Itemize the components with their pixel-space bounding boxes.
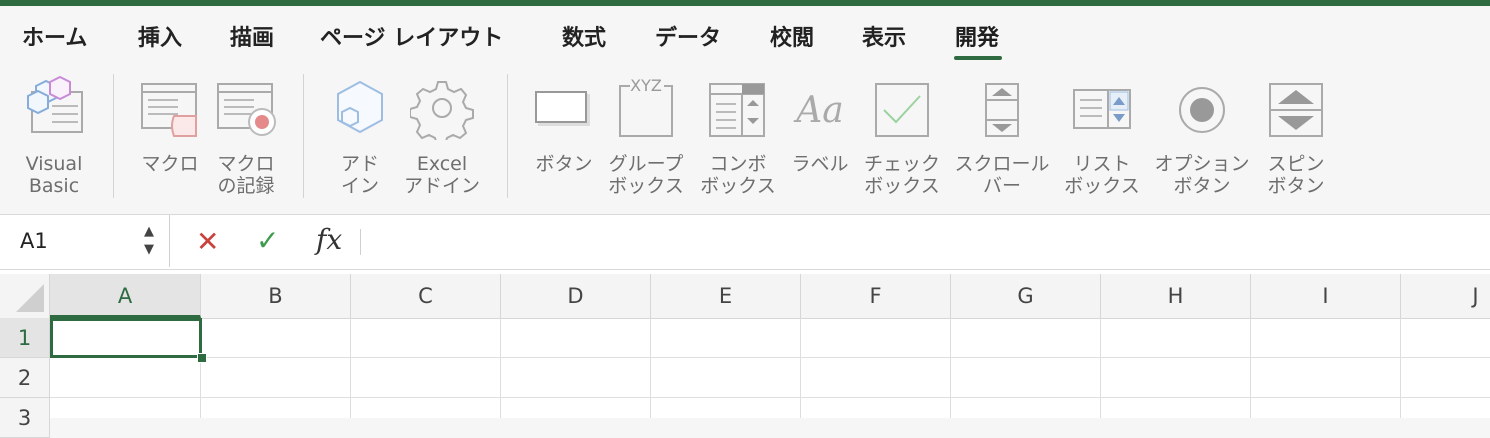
column-gridline [1250, 318, 1251, 418]
column-gridline [1400, 318, 1401, 418]
macro-label: マクロ [141, 153, 199, 175]
macro-list-icon [141, 83, 197, 137]
tab-data[interactable]: データ [655, 20, 721, 52]
formula-bar-divider [360, 229, 361, 255]
worksheet-grid[interactable]: A B C D E F G H I J 1 2 3 [0, 270, 1490, 438]
spin-button-control[interactable]: スピン ボタン [1264, 76, 1328, 197]
confirm-edit-button[interactable]: ✓ [256, 224, 279, 257]
row-header-1[interactable]: 1 [0, 318, 50, 358]
tab-view[interactable]: 表示 [862, 20, 906, 52]
checkbox-icon [875, 83, 929, 137]
column-header-e[interactable]: E [651, 274, 801, 318]
tab-formulas[interactable]: 数式 [562, 20, 606, 52]
column-header-c[interactable]: C [351, 274, 501, 318]
name-box-stepper-icon[interactable]: ▲ ▼ [144, 223, 154, 259]
column-header-j[interactable]: J [1401, 274, 1490, 318]
group-box-label: グループ ボックス [608, 153, 684, 197]
group-separator [507, 74, 508, 198]
formula-input[interactable] [370, 221, 1480, 261]
column-gridline [650, 318, 651, 418]
tab-review[interactable]: 校閲 [770, 20, 814, 52]
combo-box-control[interactable]: コンボ ボックス [700, 76, 776, 197]
label-icon-text: Aa [793, 90, 843, 131]
column-header-b[interactable]: B [201, 274, 351, 318]
combo-box-icon [709, 83, 765, 137]
active-tab-indicator [954, 56, 1002, 60]
row-header-3[interactable]: 3 [0, 398, 50, 438]
gear-icon [410, 81, 474, 140]
form-button-control[interactable]: ボタン [532, 76, 596, 175]
excel-addins-button[interactable]: Excel アドイン [404, 76, 480, 197]
combo-box-label: コンボ ボックス [700, 153, 776, 197]
label-control-icon: Aa [793, 90, 843, 131]
visual-basic-button[interactable]: Visual Basic [20, 76, 88, 197]
row-gridline [50, 397, 1490, 398]
column-header-g[interactable]: G [951, 274, 1101, 318]
column-header-a[interactable]: A [50, 274, 201, 318]
group-separator [303, 74, 304, 198]
ribbon-tab-bar: ホーム 挿入 描画 ページ レイアウト 数式 データ 校閲 表示 開発 [0, 6, 1490, 66]
column-gridline [500, 318, 501, 418]
group-box-icon: XYZ [619, 76, 673, 137]
scroll-bar-icon [985, 83, 1019, 137]
selected-cell-a1[interactable] [50, 318, 202, 358]
column-gridline [800, 318, 801, 418]
name-box[interactable]: A1 ▲ ▼ [0, 215, 170, 267]
button-control-label: ボタン [535, 153, 593, 175]
row-gridline [50, 357, 1490, 358]
developer-ribbon: Visual Basic マクロ マクロ の記録 アド イン Excel アドイ… [0, 66, 1490, 214]
tab-page-layout[interactable]: ページ レイアウト [320, 20, 503, 52]
group-box-control[interactable]: XYZ グループ ボックス [608, 76, 683, 197]
macro-button[interactable]: マクロ [138, 76, 202, 175]
select-all-corner[interactable] [0, 274, 50, 318]
insert-function-button[interactable]: fx [316, 223, 342, 256]
check-box-label: チェック ボックス [863, 153, 941, 197]
column-gridline [350, 318, 351, 418]
spin-button-icon [1269, 83, 1323, 137]
tab-draw[interactable]: 描画 [230, 20, 274, 52]
radio-button-icon [1179, 87, 1225, 133]
list-box-icon [1073, 89, 1131, 129]
column-header-d[interactable]: D [501, 274, 651, 318]
name-box-value: A1 [20, 229, 48, 253]
label-control-label: ラベル [791, 153, 849, 175]
scroll-bar-control[interactable]: スクロール バー [954, 76, 1050, 197]
record-macro-label: マクロ の記録 [217, 153, 275, 197]
record-macro-icon [217, 83, 276, 136]
column-header-h[interactable]: H [1101, 274, 1251, 318]
column-header-i[interactable]: I [1251, 274, 1401, 318]
button-control-icon [535, 91, 590, 126]
group-separator [113, 74, 114, 198]
column-header-bar: A B C D E F G H I J [0, 274, 1490, 319]
option-button-control[interactable]: オプション ボタン [1154, 76, 1250, 197]
addins-label: アド イン [340, 153, 380, 197]
record-macro-button[interactable]: マクロ の記録 [214, 76, 278, 197]
excel-addins-label: Excel アドイン [403, 153, 481, 197]
list-box-control[interactable]: リスト ボックス [1064, 76, 1140, 197]
tab-home[interactable]: ホーム [22, 20, 87, 52]
formula-bar: A1 ▲ ▼ ✕ ✓ fx [0, 214, 1490, 270]
tab-insert[interactable]: 挿入 [138, 20, 182, 52]
option-button-label: オプション ボタン [1154, 153, 1250, 197]
column-gridline [1100, 318, 1101, 418]
visual-basic-label: Visual Basic [25, 153, 83, 197]
check-box-control[interactable]: チェック ボックス [864, 76, 940, 197]
column-gridline [950, 318, 951, 418]
addins-icon [337, 80, 383, 134]
select-all-triangle-icon [16, 284, 44, 312]
scroll-bar-label: スクロール バー [954, 153, 1050, 197]
column-header-f[interactable]: F [801, 274, 951, 318]
addins-button[interactable]: アド イン [328, 76, 392, 197]
label-control[interactable]: Aa ラベル [788, 76, 852, 175]
fill-handle[interactable] [197, 353, 207, 363]
visual-basic-icon [27, 76, 83, 133]
spin-button-label: スピン ボタン [1267, 153, 1325, 197]
list-box-label: リスト ボックス [1064, 153, 1140, 197]
row-header-2[interactable]: 2 [0, 358, 50, 398]
group-box-icon-text: XYZ [630, 76, 662, 95]
tab-developer[interactable]: 開発 [955, 20, 999, 52]
cancel-edit-button[interactable]: ✕ [196, 225, 219, 258]
